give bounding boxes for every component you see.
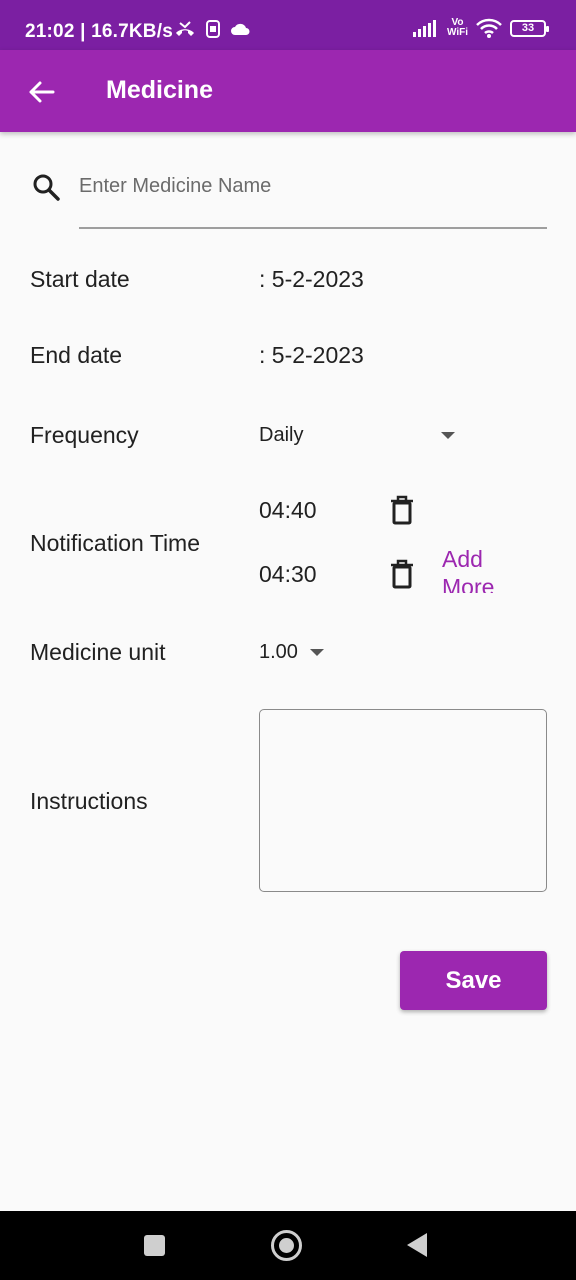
home-icon[interactable]	[271, 1230, 302, 1261]
medicine-unit-dropdown[interactable]: 1.00	[259, 641, 324, 664]
status-icons-left	[174, 20, 250, 38]
instructions-label: Instructions	[30, 788, 148, 814]
battery-icon: 33	[510, 19, 549, 37]
wifi-icon	[476, 18, 502, 38]
start-date-value[interactable]: : 5-2-2023	[259, 266, 364, 293]
cloud-icon	[231, 23, 250, 35]
recents-icon[interactable]	[144, 1235, 165, 1256]
frequency-label: Frequency	[30, 422, 139, 448]
vowifi-indicator: Vo WiFi	[447, 18, 468, 38]
clock: 21:02	[25, 21, 75, 42]
signal-icon	[412, 20, 436, 37]
notification-time-2[interactable]: 04:30	[259, 561, 317, 588]
search-icon	[33, 174, 60, 201]
delete-icon[interactable]	[389, 495, 415, 525]
notification-time-label: Notification Time	[30, 530, 201, 556]
medicine-unit-label: Medicine unit	[30, 639, 166, 665]
dropdown-arrow-icon	[309, 649, 324, 656]
medicine-name-input[interactable]	[79, 160, 547, 229]
vowifi-bottom: WiFi	[446, 27, 468, 38]
status-bar: 21:02 | 16.7KB/s Vo WiFi 33	[0, 0, 576, 50]
instructions-field[interactable]	[259, 709, 547, 892]
add-more-button[interactable]: Add More	[442, 545, 512, 593]
network-speed: | 16.7KB/s	[80, 21, 173, 42]
status-icons-right: Vo WiFi 33	[412, 18, 549, 38]
end-date-value[interactable]: : 5-2-2023	[259, 342, 364, 369]
medicine-unit-value: 1.00	[259, 641, 298, 663]
frequency-dropdown[interactable]: Daily	[259, 424, 455, 447]
back-arrow-icon[interactable]	[26, 77, 56, 107]
page-title: Medicine	[106, 76, 213, 104]
delete-icon[interactable]	[389, 559, 415, 589]
sim-icon	[206, 20, 220, 38]
back-icon[interactable]	[407, 1233, 427, 1257]
missed-call-icon	[176, 21, 194, 36]
end-date-label: End date	[30, 342, 123, 368]
dropdown-arrow-icon	[441, 432, 455, 439]
start-date-label: Start date	[30, 266, 130, 292]
app-bar: Medicine	[0, 50, 576, 132]
system-nav-bar	[0, 1211, 576, 1280]
status-time: 21:02 | 16.7KB/s	[25, 21, 173, 43]
frequency-value: Daily	[259, 424, 304, 446]
notification-time-1[interactable]: 04:40	[259, 497, 317, 524]
save-button[interactable]: Save	[400, 951, 547, 1010]
battery-level: 33	[521, 21, 535, 34]
